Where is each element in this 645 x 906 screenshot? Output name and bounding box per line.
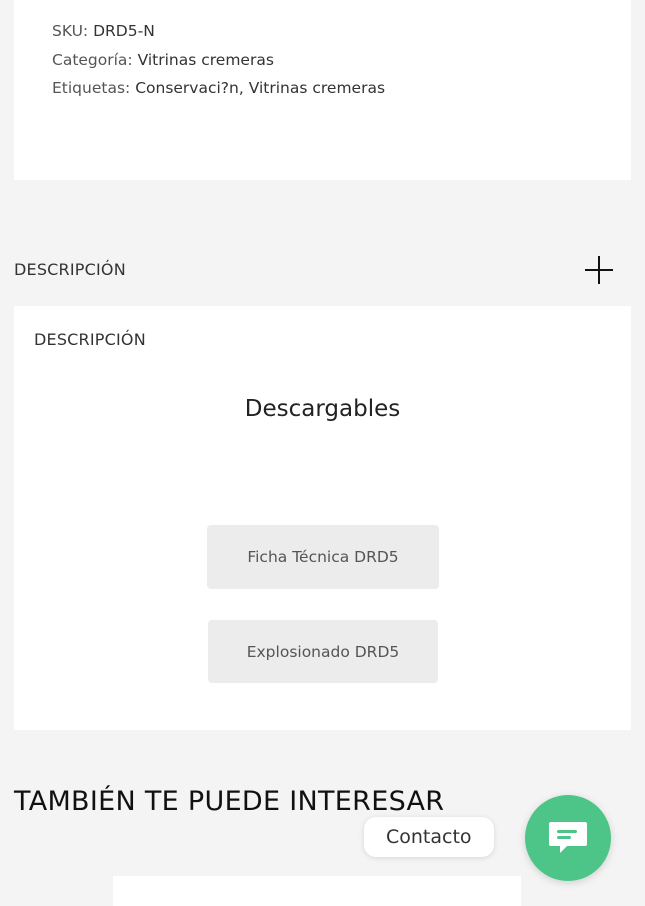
description-panel: DESCRIPCIÓN Descargables Ficha Técnica D… xyxy=(14,306,631,730)
tags-line: Etiquetas: Conservaci?n, Vitrinas cremer… xyxy=(52,79,385,97)
tags-label: Etiquetas: xyxy=(52,79,131,97)
category-label: Categoría: xyxy=(52,51,133,69)
product-meta-card: SKU: DRD5-N Categoría: Vitrinas cremeras… xyxy=(14,0,631,180)
description-accordion-header[interactable]: DESCRIPCIÓN xyxy=(14,252,631,288)
sku-line: SKU: DRD5-N xyxy=(52,22,155,40)
category-link[interactable]: Vitrinas cremeras xyxy=(138,51,274,69)
category-line: Categoría: Vitrinas cremeras xyxy=(52,51,274,69)
contact-chat-button[interactable] xyxy=(525,795,611,881)
contact-label[interactable]: Contacto xyxy=(364,817,494,857)
downloads-heading: Descargables xyxy=(244,396,401,422)
exploded-view-download-button[interactable]: Explosionado DRD5 xyxy=(208,620,438,683)
accordion-title: DESCRIPCIÓN xyxy=(14,260,126,279)
datasheet-download-button[interactable]: Ficha Técnica DRD5 xyxy=(207,525,439,589)
sku-value: DRD5-N xyxy=(93,22,155,40)
related-products-title: TAMBIÉN TE PUEDE INTERESAR xyxy=(14,786,445,817)
description-subtitle: DESCRIPCIÓN xyxy=(34,330,146,349)
related-product-card[interactable] xyxy=(113,876,521,906)
sku-label: SKU: xyxy=(52,22,89,40)
chat-icon xyxy=(549,822,587,853)
plus-icon[interactable] xyxy=(583,254,615,286)
tags-links[interactable]: Conservaci?n, Vitrinas cremeras xyxy=(135,79,385,97)
